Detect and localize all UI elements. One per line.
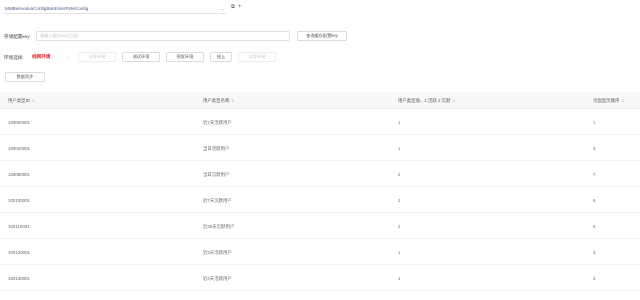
- config-select[interactable]: MMBeInvaluaConfigBanEnterRoleConfig ⌄: [4, 4, 226, 14]
- cell-id: 100100001: [8, 198, 30, 203]
- sort-icon: ⇅: [452, 99, 456, 103]
- column-header-id[interactable]: 用户类型ID ⇅: [8, 98, 35, 104]
- cell-order: 4: [593, 146, 596, 151]
- cell-value: 1: [398, 276, 401, 281]
- sort-icon: ⇅: [231, 99, 235, 103]
- cell-value: 1: [398, 120, 401, 125]
- table-header: 用户类型ID ⇅ 用户类型名称 ⇅ 用户类型值，1:活跃 2:沉默 ⇅ 页面显示顺序 ⇅: [0, 92, 640, 109]
- cell-value: 2: [398, 172, 401, 177]
- cell-id: 100040001: [8, 146, 30, 151]
- cell-name: 近3天活跃用户: [203, 250, 232, 255]
- env-button-pre[interactable]: 预发环境: [166, 52, 204, 62]
- chevron-down-icon: ⌄: [221, 6, 225, 11]
- table-row[interactable]: 100130001 近3天活跃用户 1 2: [0, 265, 640, 291]
- cell-order: 2: [593, 276, 596, 281]
- env-button-online[interactable]: 线上: [210, 52, 232, 62]
- column-header-order[interactable]: 页面显示顺序 ⇅: [593, 98, 624, 104]
- cell-name: 近3天活跃用户: [203, 276, 232, 281]
- cell-name: 当日活跃用户: [203, 146, 230, 151]
- chevron-down-icon: ⌄: [66, 54, 70, 59]
- top-bar: MMBeInvaluaConfigBanEnterRoleConfig ⌄ ⧉ …: [0, 0, 640, 18]
- cell-value: 1: [398, 250, 401, 255]
- table-row[interactable]: 100000001 近7天活跃用户 1 1: [0, 109, 640, 135]
- cell-order: 1: [593, 120, 596, 125]
- env-button-gray[interactable]: 灰度环境: [238, 52, 276, 62]
- column-header-value[interactable]: 用户类型值，1:活跃 2:沉默 ⇅: [398, 98, 455, 104]
- env-select-label: 环境选择:: [4, 55, 24, 60]
- cell-id: 100120001: [8, 250, 30, 255]
- cell-order: 7: [593, 172, 596, 177]
- env-button-dev[interactable]: 开发环境: [78, 52, 116, 62]
- query-cache-key-button[interactable]: 查询缓存配置key: [297, 31, 347, 41]
- cell-id: 100130001: [8, 276, 30, 281]
- cell-value: 2: [398, 198, 401, 203]
- cell-name: 近30天沉默用户: [203, 224, 235, 229]
- sort-icon: ⇅: [621, 99, 625, 103]
- cell-order: 3: [593, 250, 596, 255]
- cell-order: 6: [593, 198, 596, 203]
- env-select-value: 线网环境: [32, 54, 51, 59]
- table-row[interactable]: 100120001 近3天活跃用户 1 3: [0, 239, 640, 265]
- cell-id: 100050001: [8, 172, 30, 177]
- sort-icon: ⇅: [31, 99, 35, 103]
- copy-icon[interactable]: ⧉: [231, 4, 235, 11]
- table-row[interactable]: 100050001 当日沉默用户 2 7: [0, 161, 640, 187]
- sync-data-button[interactable]: 数据同步: [5, 72, 45, 82]
- cell-value: 2: [398, 224, 401, 229]
- cell-name: 近7天沉默用户: [203, 198, 232, 203]
- env-button-test[interactable]: 测试环境: [122, 52, 160, 62]
- table-row[interactable]: 100110001 近30天沉默用户 2 5: [0, 213, 640, 239]
- cell-name: 当日沉默用户: [203, 172, 230, 177]
- cache-key-label: 存储配置key:: [4, 34, 31, 39]
- table-row[interactable]: 100100001 近7天沉默用户 2 6: [0, 187, 640, 213]
- env-select[interactable]: 线网环境 ⌄: [32, 52, 70, 62]
- cache-key-input[interactable]: 请输入缓存key(可选): [36, 31, 290, 41]
- cell-id: 100000001: [8, 120, 30, 125]
- config-select-value: MMBeInvaluaConfigBanEnterRoleConfig: [5, 6, 89, 11]
- cell-name: 近7天活跃用户: [203, 120, 232, 125]
- add-icon[interactable]: +: [238, 4, 242, 10]
- table-row[interactable]: 100040001 当日活跃用户 1 4: [0, 135, 640, 161]
- cell-value: 1: [398, 146, 401, 151]
- cell-order: 5: [593, 224, 596, 229]
- column-header-name[interactable]: 用户类型名称 ⇅: [203, 98, 234, 104]
- cell-id: 100110001: [8, 224, 30, 229]
